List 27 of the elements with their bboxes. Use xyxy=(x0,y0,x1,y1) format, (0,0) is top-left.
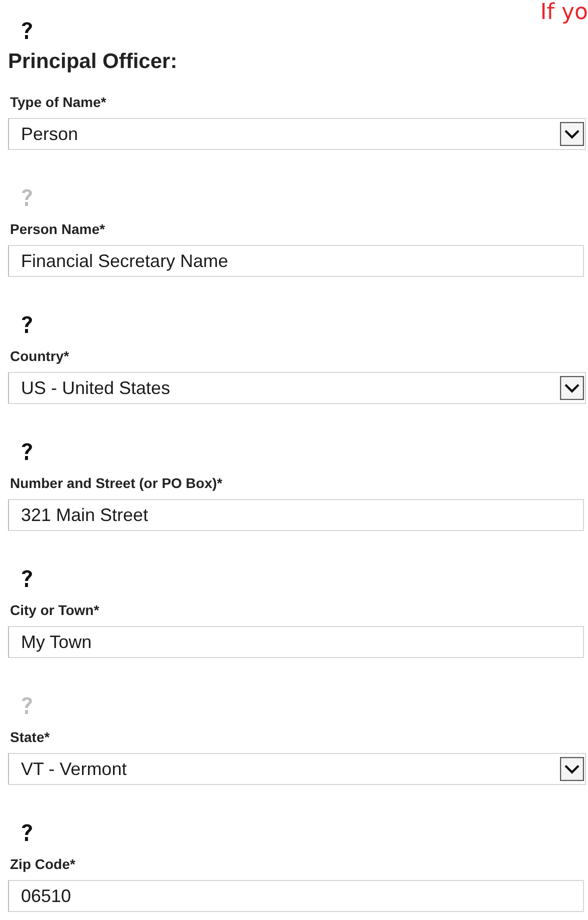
field-label: City or Town* xyxy=(10,602,100,618)
help-icon[interactable] xyxy=(20,822,34,842)
field-label: Type of Name* xyxy=(10,94,108,110)
field-label: Zip Code* xyxy=(10,856,76,872)
text-field[interactable]: Financial Secretary Name xyxy=(8,245,584,277)
dropdown-field[interactable]: VT - Vermont xyxy=(8,753,586,785)
help-icon[interactable] xyxy=(20,314,34,334)
field-label: Country* xyxy=(10,348,70,364)
help-icon[interactable] xyxy=(20,20,34,40)
section-heading: Principal Officer: xyxy=(8,50,178,74)
dropdown-value: Person xyxy=(21,124,78,144)
field-label: Person Name* xyxy=(10,221,106,237)
field-label: State* xyxy=(10,729,51,745)
help-icon[interactable] xyxy=(20,441,34,461)
text-field[interactable]: 321 Main Street xyxy=(8,499,584,531)
chevron-down-icon[interactable] xyxy=(559,122,585,146)
dropdown-field[interactable]: US - United States xyxy=(8,372,586,404)
chevron-down-icon[interactable] xyxy=(559,757,585,781)
text-field[interactable]: 06510 xyxy=(8,880,584,912)
field-label: Number and Street (or PO Box)* xyxy=(10,475,224,491)
help-icon[interactable] xyxy=(20,568,34,588)
dropdown-value: VT - Vermont xyxy=(21,758,127,780)
chevron-down-icon[interactable] xyxy=(559,376,585,400)
text-field[interactable]: My Town xyxy=(8,626,584,658)
notice-text: If yo xyxy=(540,0,588,26)
dropdown-value: US - United States xyxy=(21,378,170,398)
dropdown-field[interactable]: Person xyxy=(8,118,586,150)
